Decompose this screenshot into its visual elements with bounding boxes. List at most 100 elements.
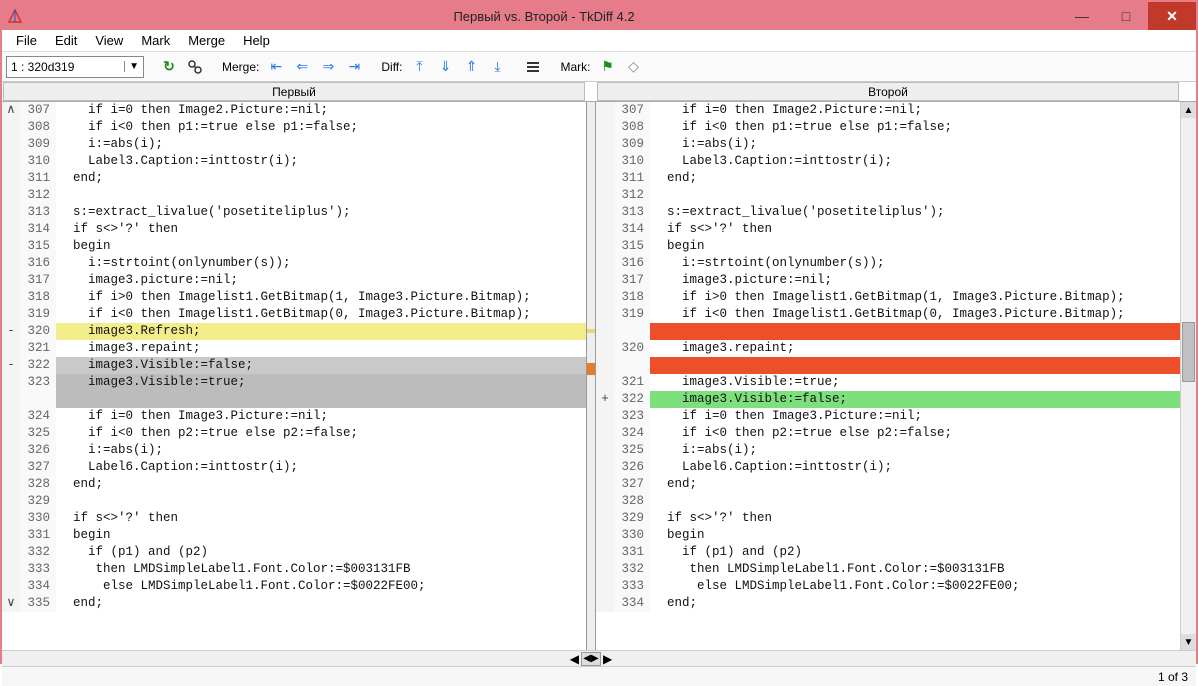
code-text: end; xyxy=(56,595,586,612)
code-line[interactable]: 308 if i<0 then p1:=true else p1:=false; xyxy=(596,119,1180,136)
code-line[interactable]: 334 else LMDSimpleLabel1.Font.Color:=$00… xyxy=(2,578,586,595)
merge-left-button[interactable]: ⇐ xyxy=(291,56,313,78)
code-line[interactable]: 311 end; xyxy=(2,170,586,187)
code-text: if i<0 then p2:=true else p2:=false; xyxy=(650,425,1180,442)
first-diff-button[interactable]: ⤒ xyxy=(408,56,430,78)
code-line[interactable]: 315 begin xyxy=(596,238,1180,255)
scroll-left-icon[interactable]: ◀ xyxy=(570,652,579,666)
code-line[interactable]: 318 if i>0 then Imagelist1.GetBitmap(1, … xyxy=(2,289,586,306)
menu-help[interactable]: Help xyxy=(235,31,278,50)
code-line[interactable] xyxy=(596,357,1180,374)
code-line[interactable]: +322 image3.Visible:=false; xyxy=(596,391,1180,408)
code-text: image3.Visible:=true; xyxy=(56,374,586,391)
diff-selector[interactable]: 1 : 320d319 ▼ xyxy=(6,56,144,78)
code-line[interactable]: 327 end; xyxy=(596,476,1180,493)
code-line[interactable]: 332 then LMDSimpleLabel1.Font.Color:=$00… xyxy=(596,561,1180,578)
code-line[interactable]: 313 s:=extract_livalue('posetiteliplus')… xyxy=(2,204,586,221)
scroll-down-icon[interactable]: ▼ xyxy=(1181,634,1196,650)
close-button[interactable]: ✕ xyxy=(1148,2,1196,30)
code-line[interactable]: 326 i:=abs(i); xyxy=(2,442,586,459)
code-line[interactable] xyxy=(596,323,1180,340)
gutter-mark xyxy=(596,323,614,340)
menu-merge[interactable]: Merge xyxy=(180,31,233,50)
code-line[interactable]: 308 if i<0 then p1:=true else p1:=false; xyxy=(2,119,586,136)
code-line[interactable]: 324 if i<0 then p2:=true else p2:=false; xyxy=(596,425,1180,442)
code-line[interactable] xyxy=(2,391,586,408)
code-line[interactable]: 327 Label6.Caption:=inttostr(i); xyxy=(2,459,586,476)
code-line[interactable]: 321 image3.Visible:=true; xyxy=(596,374,1180,391)
code-line[interactable]: 326 Label6.Caption:=inttostr(i); xyxy=(596,459,1180,476)
code-line[interactable]: ∨335 end; xyxy=(2,595,586,612)
code-line[interactable]: 324 if i=0 then Image3.Picture:=nil; xyxy=(2,408,586,425)
code-line[interactable]: 329 xyxy=(2,493,586,510)
merge-right-button[interactable]: ⇒ xyxy=(317,56,339,78)
mark-clear-button[interactable]: ◇ xyxy=(622,56,644,78)
code-line[interactable]: 319 if i<0 then Imagelist1.GetBitmap(0, … xyxy=(596,306,1180,323)
prev-diff-button[interactable]: ⇓ xyxy=(434,56,456,78)
code-line[interactable]: 317 image3.picture:=nil; xyxy=(596,272,1180,289)
code-line[interactable]: 325 i:=abs(i); xyxy=(596,442,1180,459)
code-line[interactable]: 314 if s<>'?' then xyxy=(2,221,586,238)
scroll-right-icon[interactable]: ▶ xyxy=(603,652,612,666)
code-line[interactable]: 312 xyxy=(596,187,1180,204)
code-line[interactable]: 333 else LMDSimpleLabel1.Font.Color:=$00… xyxy=(596,578,1180,595)
code-line[interactable]: 319 if i<0 then Imagelist1.GetBitmap(0, … xyxy=(2,306,586,323)
last-diff-button[interactable]: ⤓ xyxy=(486,56,508,78)
code-line[interactable]: 316 i:=strtoint(onlynumber(s)); xyxy=(2,255,586,272)
scroll-thumb[interactable] xyxy=(1182,322,1195,382)
code-line[interactable]: 309 i:=abs(i); xyxy=(2,136,586,153)
code-line[interactable]: 329 if s<>'?' then xyxy=(596,510,1180,527)
merge-prev-left-button[interactable]: ⇤ xyxy=(265,56,287,78)
code-line[interactable]: -320 image3.Refresh; xyxy=(2,323,586,340)
code-line[interactable]: 330 begin xyxy=(596,527,1180,544)
code-line[interactable]: ∧307 if i=0 then Image2.Picture:=nil; xyxy=(2,102,586,119)
code-line[interactable]: 332 if (p1) and (p2) xyxy=(2,544,586,561)
code-line[interactable]: 316 i:=strtoint(onlynumber(s)); xyxy=(596,255,1180,272)
gutter-mark: ∧ xyxy=(2,102,20,119)
code-line[interactable]: 318 if i>0 then Imagelist1.GetBitmap(1, … xyxy=(596,289,1180,306)
code-line[interactable]: 323 if i=0 then Image3.Picture:=nil; xyxy=(596,408,1180,425)
code-line[interactable]: 330 if s<>'?' then xyxy=(2,510,586,527)
line-number: 311 xyxy=(20,170,56,187)
sync-scroll-button[interactable]: ◀▶ xyxy=(581,652,601,666)
code-line[interactable]: 328 end; xyxy=(2,476,586,493)
merge-next-right-button[interactable]: ⇥ xyxy=(343,56,365,78)
code-line[interactable]: 310 Label3.Caption:=inttostr(i); xyxy=(2,153,586,170)
menu-view[interactable]: View xyxy=(87,31,131,50)
maximize-button[interactable]: □ xyxy=(1104,2,1148,30)
next-diff-button[interactable]: ⇑ xyxy=(460,56,482,78)
code-line[interactable]: 325 if i<0 then p2:=true else p2:=false; xyxy=(2,425,586,442)
code-line[interactable]: 328 xyxy=(596,493,1180,510)
code-line[interactable]: 312 xyxy=(2,187,586,204)
gutter-mark: - xyxy=(2,323,20,340)
code-line[interactable]: 311 end; xyxy=(596,170,1180,187)
code-line[interactable]: 310 Label3.Caption:=inttostr(i); xyxy=(596,153,1180,170)
code-line[interactable]: 334 end; xyxy=(596,595,1180,612)
left-pane[interactable]: ∧307 if i=0 then Image2.Picture:=nil;308… xyxy=(2,102,586,650)
menu-file[interactable]: File xyxy=(8,31,45,50)
code-line[interactable]: 315 begin xyxy=(2,238,586,255)
minimize-button[interactable]: — xyxy=(1060,2,1104,30)
code-line[interactable]: -322 image3.Visible:=false; xyxy=(2,357,586,374)
mark-set-button[interactable]: ⚑ xyxy=(596,56,618,78)
code-line[interactable]: 333 then LMDSimpleLabel1.Font.Color:=$00… xyxy=(2,561,586,578)
code-line[interactable]: 321 image3.repaint; xyxy=(2,340,586,357)
scroll-up-icon[interactable]: ▲ xyxy=(1181,102,1196,118)
code-line[interactable]: 314 if s<>'?' then xyxy=(596,221,1180,238)
code-line[interactable]: 307 if i=0 then Image2.Picture:=nil; xyxy=(596,102,1180,119)
menu-edit[interactable]: Edit xyxy=(47,31,85,50)
code-line[interactable]: 309 i:=abs(i); xyxy=(596,136,1180,153)
vertical-scrollbar[interactable]: ▲ ▼ xyxy=(1180,102,1196,650)
right-pane[interactable]: 307 if i=0 then Image2.Picture:=nil;308 … xyxy=(596,102,1180,650)
code-line[interactable]: 323 image3.Visible:=true; xyxy=(2,374,586,391)
code-line[interactable]: 317 image3.picture:=nil; xyxy=(2,272,586,289)
code-line[interactable]: 331 if (p1) and (p2) xyxy=(596,544,1180,561)
menu-mark[interactable]: Mark xyxy=(133,31,178,50)
code-line[interactable]: 331 begin xyxy=(2,527,586,544)
pane-divider[interactable] xyxy=(586,102,596,650)
center-button[interactable] xyxy=(522,56,544,78)
rediff-button[interactable]: ↻ xyxy=(158,56,180,78)
code-line[interactable]: 313 s:=extract_livalue('posetiteliplus')… xyxy=(596,204,1180,221)
find-button[interactable] xyxy=(184,56,206,78)
code-line[interactable]: 320 image3.repaint; xyxy=(596,340,1180,357)
